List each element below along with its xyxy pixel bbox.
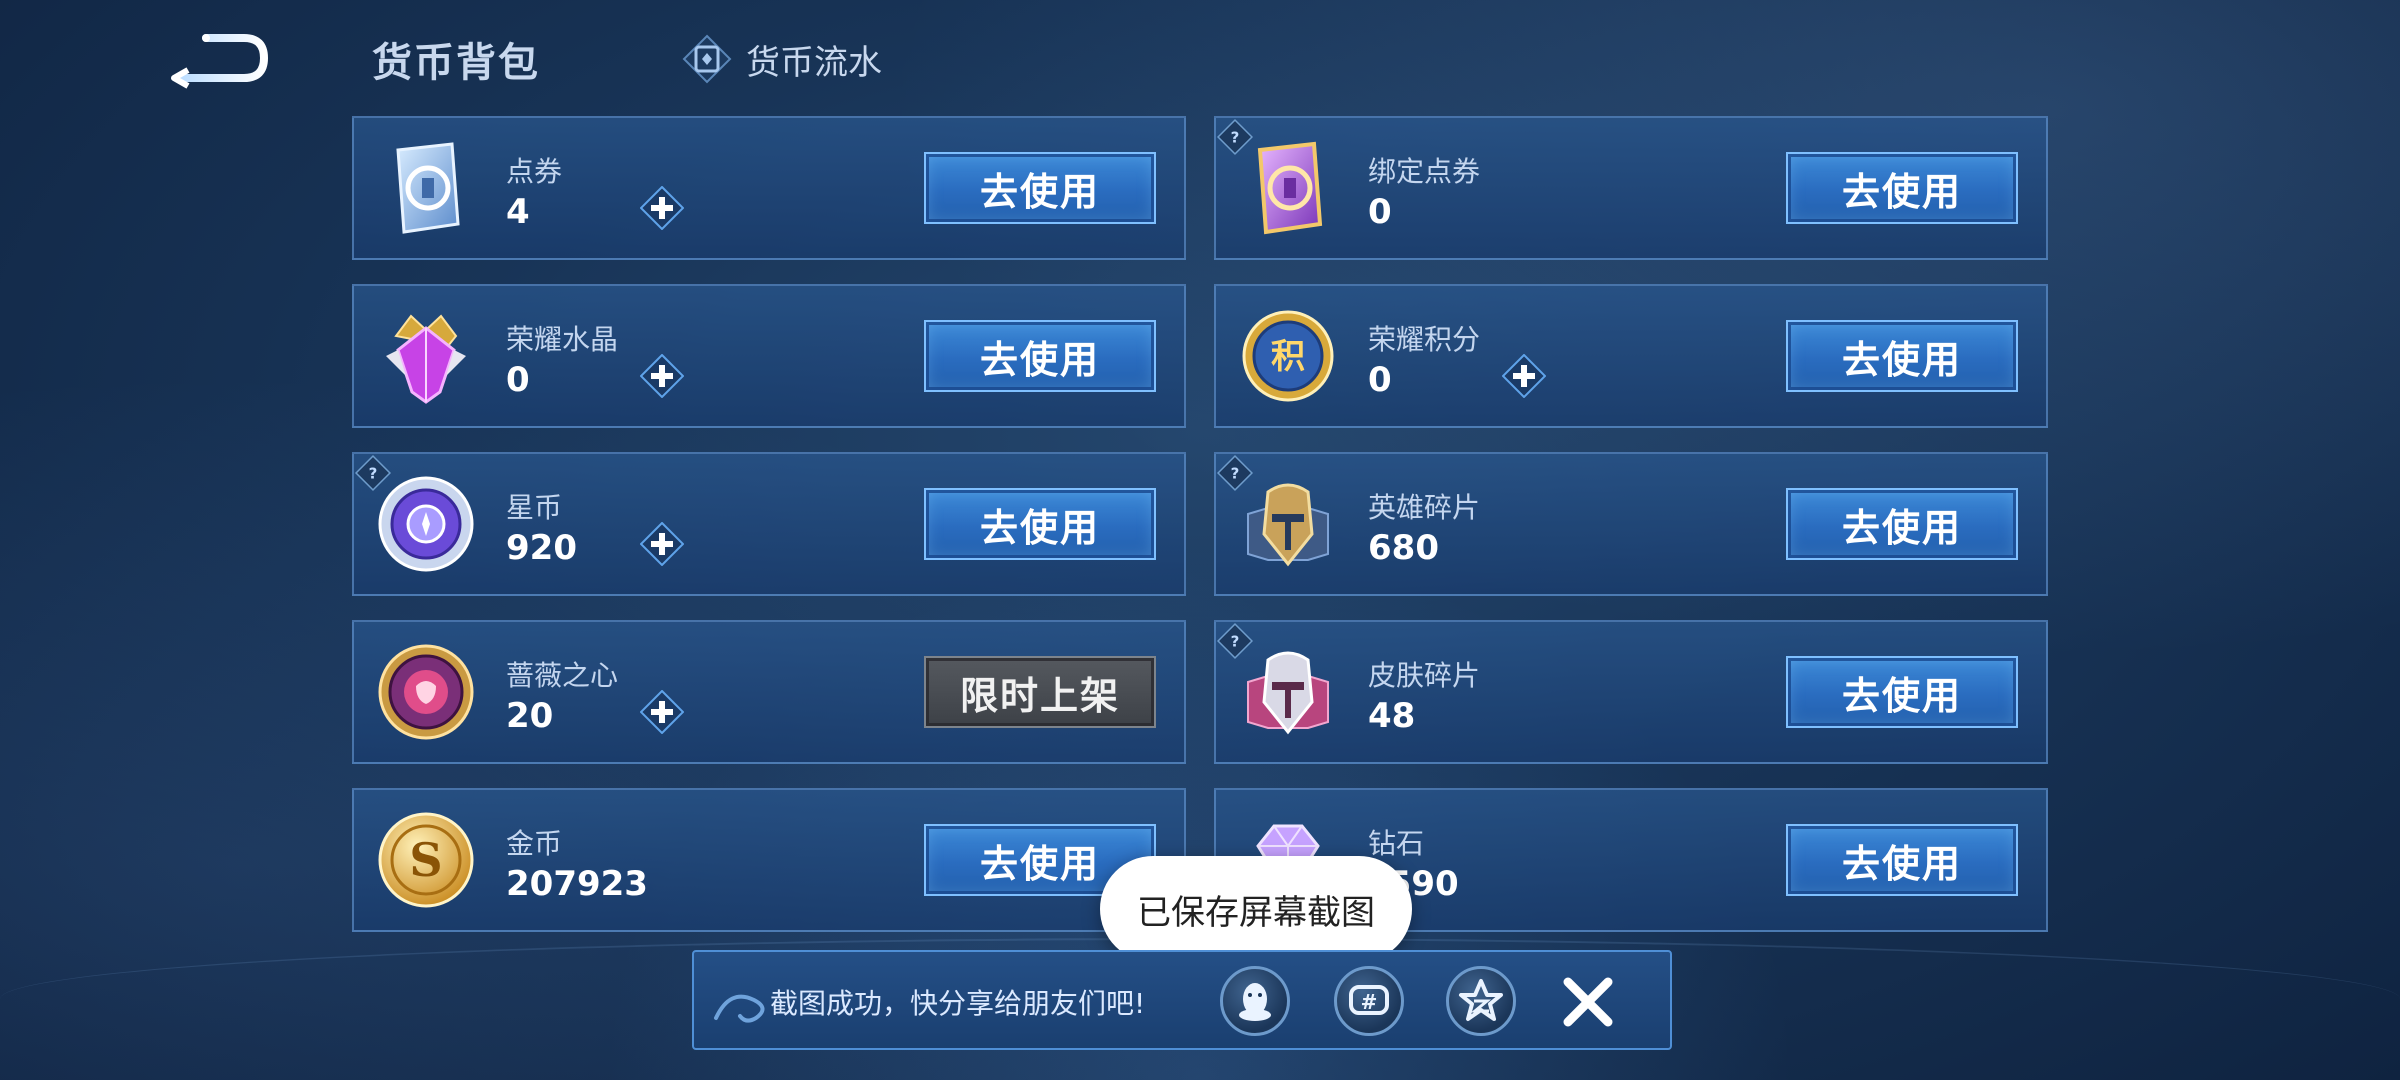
glory-points-icon: 积 [1242,310,1334,402]
currency-value: 0 [1368,192,1392,232]
currency-name: 钻石 [1368,827,1425,860]
currency-value: 207923 [506,864,648,904]
add-plus-icon[interactable] [640,690,684,734]
add-plus-icon[interactable] [640,354,684,398]
currency-name: 绑定点券 [1368,155,1481,188]
star-coin-icon [378,476,474,572]
limited-sale-button[interactable]: 限时上架 [924,656,1156,728]
currency-value: 48 [1368,696,1416,736]
hero-fragment-icon [1247,483,1329,567]
use-button[interactable]: 去使用 [924,320,1156,392]
currency-value: 0 [506,360,530,400]
add-plus-icon[interactable] [640,522,684,566]
add-plus-icon[interactable] [640,186,684,230]
currency-grid: 点券 4 去使用 ? 绑定点券 0 去使用 荣耀水晶 0 去使用 积 荣耀积分 … [352,116,2048,932]
currency-name: 皮肤碎片 [1368,659,1481,692]
page-title: 货币背包 [372,40,540,86]
svg-text:积: 积 [1271,337,1305,377]
tab-currency-flow[interactable]: 货币流水 [682,34,882,84]
currency-value: 4 [506,192,530,232]
use-button[interactable]: 去使用 [1786,824,2018,896]
currency-card-glory-points: 积 荣耀积分 0 去使用 [1214,284,2048,428]
glory-crystal-icon [386,314,466,404]
qzone-icon[interactable] [1446,966,1516,1036]
svg-text:#: # [1361,990,1378,1014]
currency-name: 星币 [506,491,563,524]
use-button[interactable]: 去使用 [1786,656,2018,728]
ticket-card-icon [396,142,460,234]
currency-name: 点券 [506,155,563,188]
screenshot-saved-toast: 已保存屏幕截图 [1100,856,1412,962]
currency-name: 荣耀水晶 [506,323,619,356]
skin-fragment-icon [1247,651,1329,735]
use-button[interactable]: 去使用 [1786,152,2018,224]
currency-name: 蔷薇之心 [506,659,619,692]
use-button[interactable]: 去使用 [1786,320,2018,392]
tab-currency-flow-label: 货币流水 [746,42,882,83]
currency-card-hero-fragment: ? 英雄碎片 680 去使用 [1214,452,2048,596]
currency-card-skin-fragment: ? 皮肤碎片 48 去使用 [1214,620,2048,764]
gold-coin-icon: S [378,812,474,908]
svg-text:S: S [409,833,442,887]
currency-value: 20 [506,696,554,736]
currency-card-coupon: 点券 4 去使用 [352,116,1186,260]
rose-heart-icon [378,644,474,740]
qq-icon[interactable] [1220,966,1290,1036]
currency-name: 金币 [506,827,563,860]
currency-name: 英雄碎片 [1368,491,1481,524]
currency-card-gold-coin: S 金币 207923 去使用 [352,788,1186,932]
currency-card-glory-crystal: 荣耀水晶 0 去使用 [352,284,1186,428]
currency-value: 920 [506,528,577,568]
currency-name: 荣耀积分 [1368,323,1481,356]
currency-value: 0 [1368,360,1392,400]
close-icon[interactable] [1558,972,1618,1032]
currency-card-rose-heart: 蔷薇之心 20 限时上架 [352,620,1186,764]
share-prompt-text: 截图成功，快分享给朋友们吧! [770,987,1146,1020]
moments-icon[interactable]: # [1334,966,1404,1036]
bound-ticket-card-icon [1257,141,1323,235]
currency-value: 680 [1368,528,1439,568]
currency-card-bound-coupon: ? 绑定点券 0 去使用 [1214,116,2048,260]
currency-flow-icon [682,34,732,84]
share-bar: 截图成功，快分享给朋友们吧! # [692,950,1672,1050]
add-plus-icon[interactable] [1502,354,1546,398]
use-button[interactable]: 去使用 [1786,488,2018,560]
use-button[interactable]: 去使用 [924,152,1156,224]
currency-card-star-coin: ? 星币 920 去使用 [352,452,1186,596]
use-button[interactable]: 去使用 [924,488,1156,560]
back-arrow-icon[interactable] [168,30,268,90]
